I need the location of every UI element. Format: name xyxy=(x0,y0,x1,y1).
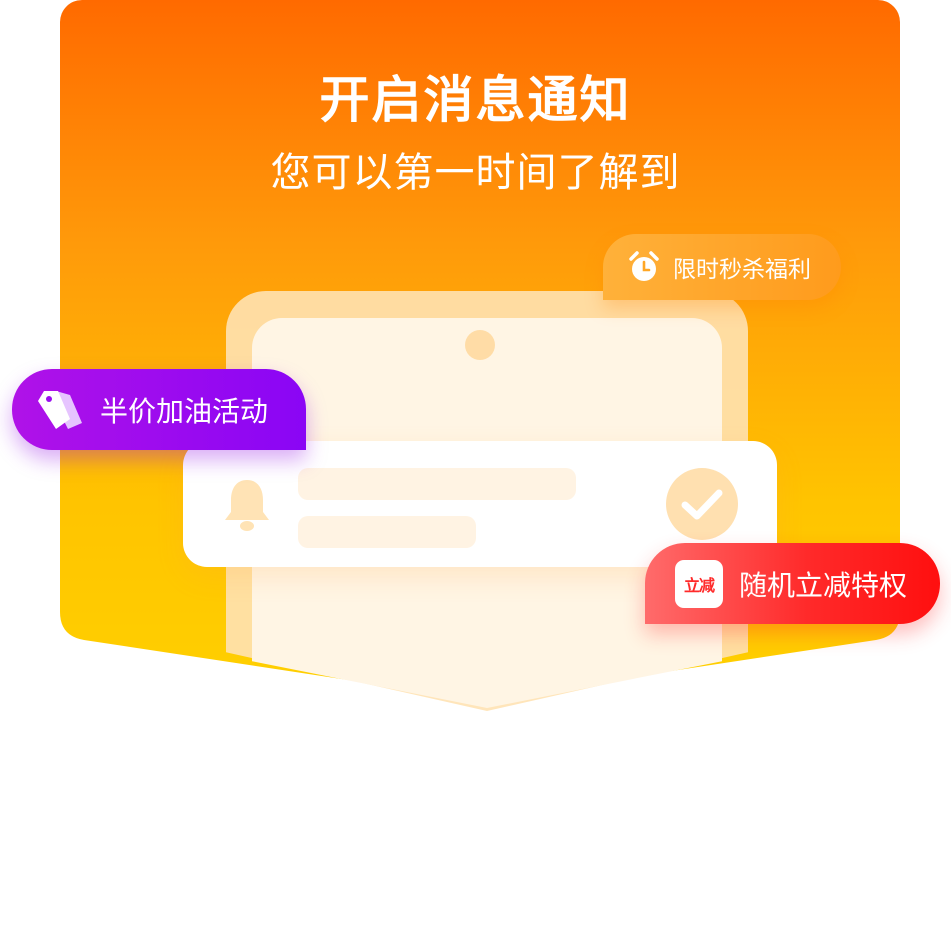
discount-badge: 立减 xyxy=(675,559,723,608)
limited-offer-tag: 限时秒杀福利 xyxy=(603,234,841,300)
random-discount-label: 随机立减特权 xyxy=(739,568,908,602)
bell-icon xyxy=(225,480,269,531)
notification-permission-illustration: 开启消息通知 您可以第一时间了解到 限时秒杀福利 半价加油活动 立减 随机立减特… xyxy=(0,0,951,927)
notification-placeholder-line xyxy=(298,468,576,500)
alarm-clock-icon xyxy=(629,251,659,281)
random-discount-tag: 立减 随机立减特权 xyxy=(645,543,940,624)
half-price-label: 半价加油活动 xyxy=(100,394,269,428)
phone-camera xyxy=(465,330,495,360)
notification-placeholder-line xyxy=(298,516,476,548)
limited-offer-label: 限时秒杀福利 xyxy=(673,257,811,283)
half-price-tag: 半价加油活动 xyxy=(12,369,306,450)
page-subtitle: 您可以第一时间了解到 xyxy=(270,150,681,196)
price-tag-icon xyxy=(38,390,82,429)
check-circle-icon xyxy=(666,468,738,540)
page-title: 开启消息通知 xyxy=(319,71,632,129)
